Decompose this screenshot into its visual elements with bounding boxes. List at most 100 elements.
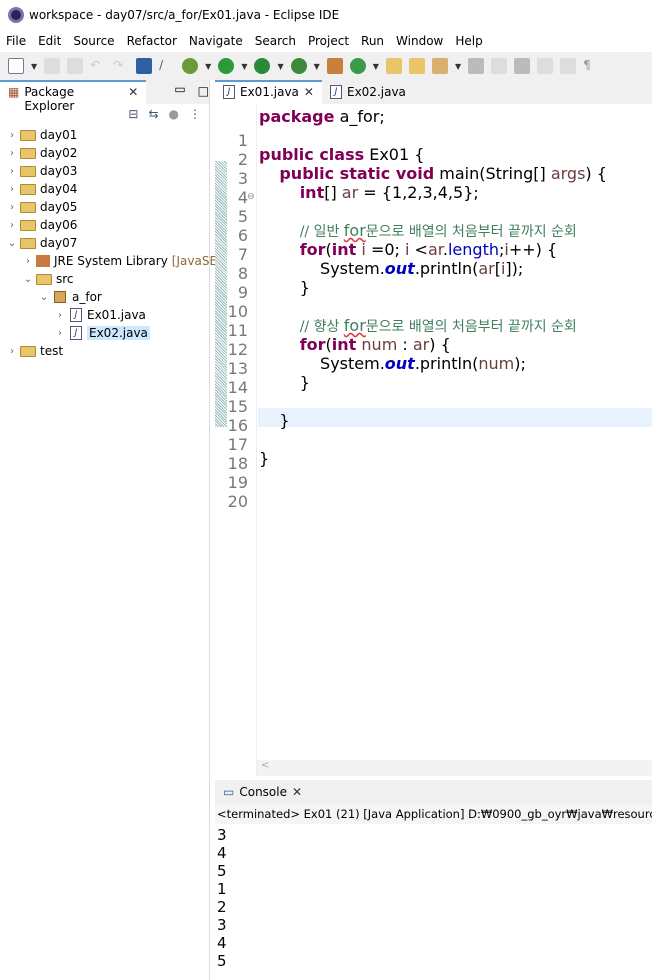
token: int	[299, 183, 325, 202]
menu-navigate[interactable]: Navigate	[189, 34, 243, 48]
token: Ex01 {	[364, 145, 425, 164]
menu-window[interactable]: Window	[396, 34, 443, 48]
tree-item-day02[interactable]: › day02	[6, 144, 77, 162]
collapse-all-icon[interactable]: ⊟	[128, 107, 138, 123]
new-icon[interactable]	[8, 58, 24, 74]
token: public static void	[279, 164, 435, 183]
menu-file[interactable]: File	[6, 34, 26, 48]
token: <	[409, 240, 428, 259]
console-icon: ▭	[223, 785, 235, 799]
chevron-right-icon[interactable]: ›	[54, 310, 66, 321]
run-icon[interactable]	[218, 58, 235, 74]
tab-console[interactable]: ▭ Console ✕	[215, 780, 311, 804]
close-icon[interactable]: ✕	[304, 85, 314, 99]
line-number: 5	[237, 207, 248, 226]
debug-icon[interactable]	[182, 58, 199, 74]
chevron-down-icon[interactable]: ⌄	[38, 292, 50, 303]
chevron-right-icon[interactable]: ›	[6, 184, 18, 195]
chevron-right-icon[interactable]: ›	[6, 202, 18, 213]
menu-source[interactable]: Source	[73, 34, 114, 48]
chevron-right-icon[interactable]: ›	[22, 256, 34, 267]
line-number: 7	[237, 245, 248, 264]
tree-item-day05[interactable]: › day05	[6, 198, 77, 216]
tree-item-ex02-java[interactable]: › J Ex02.java	[54, 324, 150, 342]
save-all-icon[interactable]	[67, 58, 84, 74]
fold-icon[interactable]: ⊖	[247, 188, 255, 207]
search-tools-icon[interactable]	[431, 58, 448, 74]
menu-refactor[interactable]: Refactor	[127, 34, 177, 48]
menu-search[interactable]: Search	[255, 34, 296, 48]
chevron-right-icon[interactable]: ›	[6, 166, 18, 177]
menu-help[interactable]: Help	[455, 34, 482, 48]
tree-item-day03[interactable]: › day03	[6, 162, 77, 180]
annotation-icon[interactable]	[468, 58, 485, 74]
close-icon[interactable]: ✕	[128, 85, 138, 99]
menu-run[interactable]: Run	[361, 34, 384, 48]
line-number: 3	[237, 169, 248, 188]
tab-ex01-java[interactable]: J Ex01.java ✕	[215, 80, 322, 104]
token: ar	[341, 183, 359, 202]
console-tab-bar: ▭ Console ✕	[215, 780, 652, 804]
save-icon[interactable]	[44, 58, 61, 74]
token: System.	[259, 354, 385, 373]
chevron-down-icon[interactable]: ⌄	[22, 274, 34, 285]
show-whitespace-icon[interactable]	[560, 58, 577, 74]
coverage-icon[interactable]	[254, 58, 271, 74]
chevron-right-icon[interactable]: ›	[6, 130, 18, 141]
code-line: }	[259, 449, 269, 468]
chevron-right-icon[interactable]: ›	[6, 148, 18, 159]
chevron-right-icon[interactable]: ›	[6, 346, 18, 357]
tree-item-src[interactable]: ⌄ src	[22, 270, 74, 288]
code-line: }	[259, 278, 310, 297]
package-explorer-view: ▦ Package Explorer ✕ ▭ □ ⊟ ⇆ ● ⋮ › day01 ›…	[0, 80, 229, 980]
tree-item-jre-system-library[interactable]: › JRE System Library [JavaSE-2	[22, 252, 229, 270]
tree-item-day01[interactable]: › day01	[6, 126, 77, 144]
mark-occurrences-icon[interactable]	[491, 58, 508, 74]
focus-icon[interactable]: ●	[169, 107, 179, 123]
chevron-right-icon[interactable]: ›	[6, 220, 18, 231]
token: num	[361, 335, 398, 354]
menu-bar: File Edit Source Refactor Navigate Search Proj…	[0, 30, 652, 52]
tree-item-day07[interactable]: ⌄ day07	[6, 234, 78, 252]
tree-item-test[interactable]: › test	[6, 342, 63, 360]
chevron-down-icon[interactable]: ⌄	[6, 238, 18, 249]
link-with-editor-icon[interactable]: ⇆	[148, 107, 158, 123]
redo-icon[interactable]: ↷	[113, 58, 129, 74]
code-line: }	[259, 411, 289, 430]
tree-item-day06[interactable]: › day06	[6, 216, 77, 234]
block-selection-icon[interactable]	[514, 58, 531, 74]
menu-project[interactable]: Project	[308, 34, 349, 48]
view-menu-icon[interactable]: ⋮	[189, 107, 201, 123]
terminal-icon[interactable]	[136, 58, 153, 74]
project-folder-icon	[20, 201, 36, 213]
word-wrap-icon[interactable]	[537, 58, 554, 74]
menu-edit[interactable]: Edit	[38, 34, 61, 48]
pilcrow-icon[interactable]: ¶	[583, 58, 599, 74]
open-folder-icon[interactable]	[408, 58, 425, 74]
line-number: 14	[227, 378, 248, 397]
title-bar: workspace - day07/src/a_for/Ex01.java - …	[0, 0, 652, 30]
new-class-icon[interactable]	[349, 58, 366, 74]
close-icon[interactable]: ✕	[292, 785, 302, 799]
tab-ex02-java[interactable]: J Ex02.java	[321, 80, 414, 104]
horizontal-scrollbar[interactable]: <	[257, 760, 652, 776]
token: =0;	[365, 240, 406, 259]
minimize-icon[interactable]: ▭	[174, 82, 185, 96]
tree-item-a-for[interactable]: ⌄ a_for	[38, 288, 102, 306]
tree-item-day04[interactable]: › day04	[6, 180, 77, 198]
tree-item-label: src	[56, 272, 74, 286]
tree-item-ex01-java[interactable]: › J Ex01.java	[54, 306, 146, 324]
tree-item-label: day07	[40, 236, 78, 250]
undo-icon[interactable]: ↶	[90, 58, 106, 74]
open-type-icon[interactable]	[385, 58, 402, 74]
maximize-icon[interactable]: □	[198, 84, 209, 98]
external-tools-icon[interactable]	[290, 58, 307, 74]
console-line: 5	[217, 862, 227, 880]
code-line: // 향상 for문으로 배열의 처음부터 끝까지 순회	[259, 316, 577, 335]
skip-breakpoints-icon[interactable]: ∕	[159, 58, 175, 74]
chevron-right-icon[interactable]: ›	[54, 328, 66, 339]
tab-package-explorer[interactable]: ▦ Package Explorer ✕	[0, 80, 147, 113]
new-package-icon[interactable]	[326, 58, 343, 74]
